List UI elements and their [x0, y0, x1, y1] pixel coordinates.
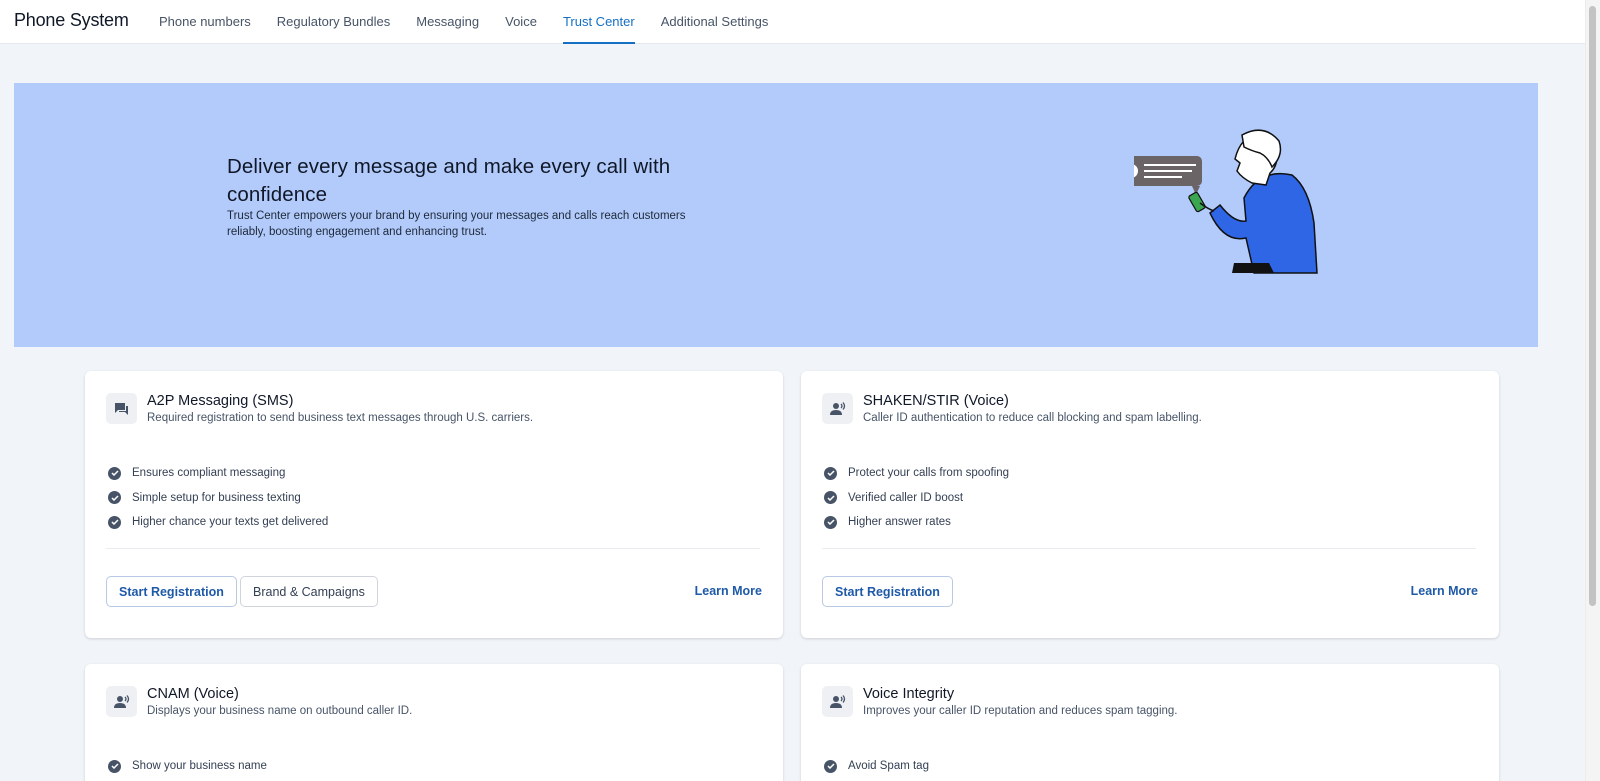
- hero-subtitle: Trust Center empowers your brand by ensu…: [227, 210, 686, 238]
- feature-label: Higher answer rates: [848, 516, 951, 529]
- card-shaken-stir: SHAKEN/STIR (Voice) Caller ID authentica…: [801, 371, 1499, 638]
- check-circle-icon: [108, 515, 121, 529]
- tab-trust-center[interactable]: Trust Center: [550, 0, 648, 44]
- caller-icon: [106, 686, 137, 717]
- tab-additional-settings[interactable]: Additional Settings: [648, 0, 782, 44]
- check-circle-icon: [824, 466, 837, 480]
- feature-list: Show your business name: [108, 754, 267, 779]
- person-with-phone-illustration: [1134, 129, 1318, 274]
- card-cnam: CNAM (Voice) Displays your business name…: [85, 664, 783, 781]
- card-voice-integrity: Voice Integrity Improves your caller ID …: [801, 664, 1499, 781]
- caller-icon: [822, 686, 853, 717]
- list-item: Simple setup for business texting: [108, 486, 328, 511]
- tab-messaging[interactable]: Messaging: [403, 0, 492, 44]
- card-subtitle: Required registration to send business t…: [147, 412, 534, 424]
- list-item: Verified caller ID boost: [824, 486, 1009, 511]
- top-navigation-bar: Phone System Phone numbers Regulatory Bu…: [0, 0, 1585, 44]
- divider: [106, 548, 760, 549]
- feature-label: Avoid Spam tag: [848, 760, 929, 773]
- feature-list: Ensures compliant messaging Simple setup…: [108, 461, 328, 535]
- card-title: A2P Messaging (SMS): [147, 393, 294, 409]
- card-title: SHAKEN/STIR (Voice): [863, 393, 1009, 409]
- card-title: CNAM (Voice): [147, 686, 239, 702]
- vertical-scrollbar[interactable]: [1585, 0, 1600, 781]
- feature-label: Ensures compliant messaging: [132, 467, 286, 480]
- list-item: Higher answer rates: [824, 510, 1009, 535]
- feature-list: Avoid Spam tag: [824, 754, 929, 779]
- card-subtitle: Caller ID authentication to reduce call …: [863, 412, 1202, 424]
- scrollbar-thumb[interactable]: [1589, 6, 1596, 606]
- feature-label: Simple setup for business texting: [132, 491, 301, 504]
- hero-banner: Deliver every message and make every cal…: [14, 83, 1538, 347]
- learn-more-link[interactable]: Learn More: [1411, 584, 1478, 598]
- caller-icon: [822, 393, 853, 424]
- list-item: Show your business name: [108, 754, 267, 779]
- check-circle-icon: [824, 491, 837, 505]
- feature-label: Higher chance your texts get delivered: [132, 516, 329, 529]
- divider: [822, 548, 1476, 549]
- tab-voice[interactable]: Voice: [492, 0, 550, 44]
- card-subtitle: Displays your business name on outbound …: [147, 705, 413, 717]
- card-title: Voice Integrity: [863, 686, 955, 702]
- list-item: Higher chance your texts get delivered: [108, 510, 328, 535]
- check-circle-icon: [108, 466, 121, 480]
- card-subtitle: Improves your caller ID reputation and r…: [863, 705, 1178, 717]
- start-registration-button[interactable]: Start Registration: [106, 576, 237, 607]
- check-circle-icon: [824, 759, 837, 773]
- feature-label: Show your business name: [132, 760, 267, 773]
- tab-regulatory-bundles[interactable]: Regulatory Bundles: [264, 0, 403, 44]
- feature-label: Protect your calls from spoofing: [848, 467, 1010, 480]
- check-circle-icon: [108, 491, 121, 505]
- feature-label: Verified caller ID boost: [848, 491, 964, 504]
- brand-campaigns-button[interactable]: Brand & Campaigns: [240, 576, 378, 607]
- nav-tabs: Phone numbers Regulatory Bundles Messagi…: [146, 0, 781, 44]
- list-item: Avoid Spam tag: [824, 754, 929, 779]
- app-title: Phone System: [14, 10, 129, 30]
- card-a2p-messaging: A2P Messaging (SMS) Required registratio…: [85, 371, 783, 638]
- tab-phone-numbers[interactable]: Phone numbers: [146, 0, 264, 44]
- chat-icon: [106, 393, 137, 424]
- learn-more-link[interactable]: Learn More: [695, 584, 762, 598]
- check-circle-icon: [108, 759, 121, 773]
- feature-list: Protect your calls from spoofing Verifie…: [824, 461, 1009, 535]
- list-item: Ensures compliant messaging: [108, 461, 328, 486]
- list-item: Protect your calls from spoofing: [824, 461, 1009, 486]
- start-registration-button[interactable]: Start Registration: [822, 576, 953, 607]
- hero-title: Deliver every message and make every cal…: [227, 155, 671, 206]
- check-circle-icon: [824, 515, 837, 529]
